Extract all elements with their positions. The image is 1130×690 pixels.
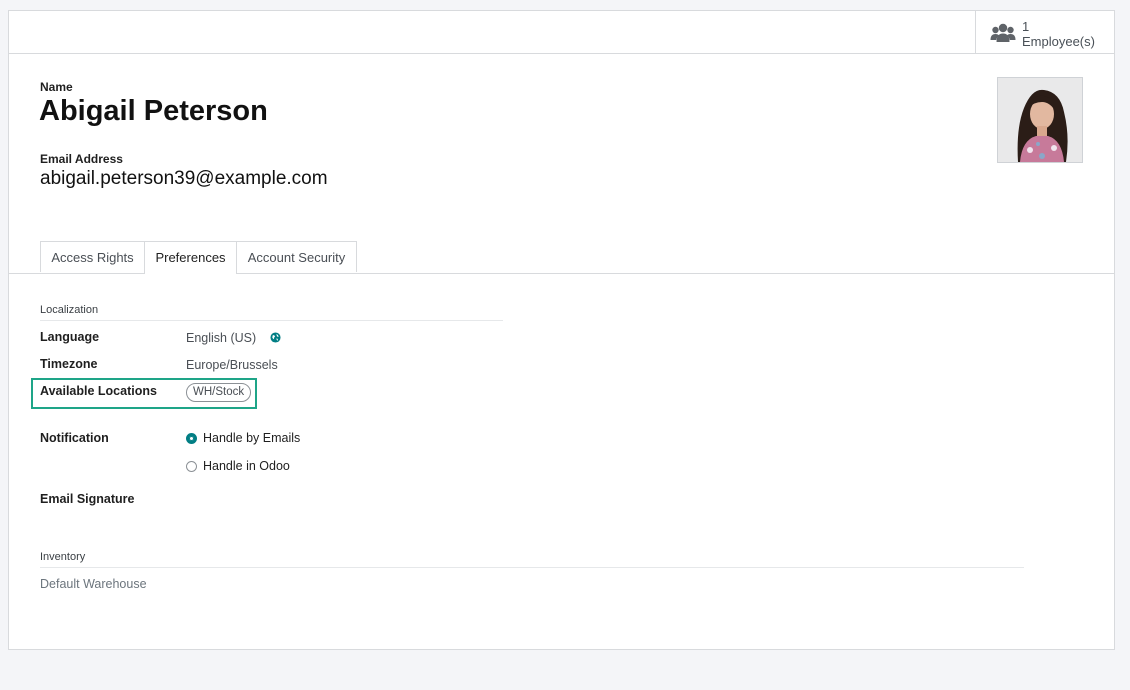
globe-icon[interactable] — [270, 332, 281, 343]
default-warehouse-label: Default Warehouse — [40, 577, 147, 591]
name-field[interactable]: Abigail Peterson — [39, 95, 268, 128]
timezone-label: Timezone — [40, 357, 98, 371]
email-signature-field[interactable] — [186, 489, 1026, 513]
user-avatar[interactable] — [997, 77, 1083, 163]
users-icon — [990, 23, 1016, 42]
employees-stat-button[interactable]: 1 Employee(s) — [975, 11, 1114, 53]
language-label: Language — [40, 330, 100, 344]
radio-label: Handle in Odoo — [203, 459, 290, 473]
email-label: Email Address — [40, 152, 123, 166]
radio-selected-icon — [186, 432, 197, 444]
radio-handle-in-odoo[interactable]: Handle in Odoo — [186, 459, 290, 473]
radio-label: Handle by Emails — [203, 431, 301, 445]
notification-label: Notification — [40, 431, 109, 445]
language-field[interactable]: English (US) — [186, 331, 281, 345]
email-field[interactable]: abigail.peterson39@example.com — [40, 168, 328, 190]
radio-unselected-icon — [186, 460, 197, 472]
stat-label: Employee(s) — [1022, 34, 1095, 49]
language-value: English (US) — [186, 331, 257, 345]
inventory-section-title: Inventory — [40, 551, 1024, 568]
timezone-field[interactable]: Europe/Brussels — [186, 358, 278, 372]
tab-preferences[interactable]: Preferences — [144, 241, 237, 274]
stat-count: 1 — [1022, 19, 1030, 34]
tab-access-rights[interactable]: Access Rights — [40, 241, 145, 272]
location-tag[interactable]: WH/Stock — [186, 383, 252, 402]
localization-section-title: Localization — [40, 304, 503, 321]
stat-text: 1 Employee(s) — [1022, 19, 1095, 49]
name-label: Name — [40, 80, 73, 94]
available-locations-label: Available Locations — [40, 384, 157, 398]
radio-handle-by-emails[interactable]: Handle by Emails — [186, 431, 300, 445]
notebook-tabs: Access Rights Preferences Account Securi… — [9, 241, 1114, 274]
button-box: 1 Employee(s) — [9, 11, 1114, 54]
form-sheet: 1 Employee(s) Name Abigail Peterson Emai… — [8, 10, 1115, 650]
avatar-image — [998, 78, 1082, 162]
tab-account-security[interactable]: Account Security — [236, 241, 357, 272]
email-signature-label: Email Signature — [40, 492, 135, 506]
